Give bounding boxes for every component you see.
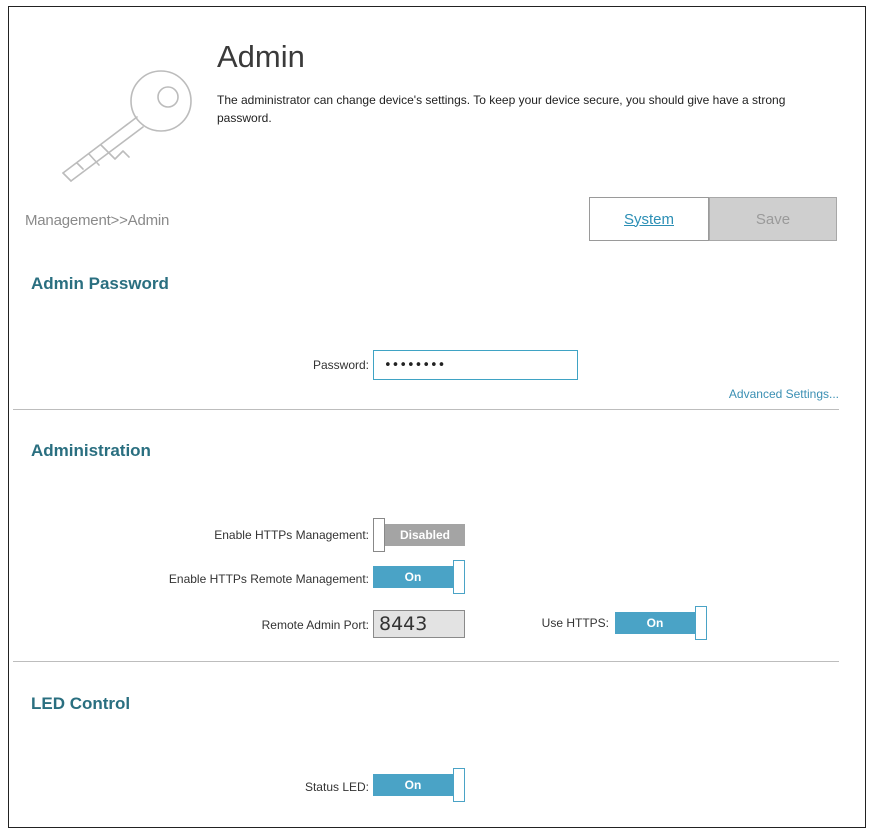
- advanced-settings-link[interactable]: Advanced Settings...: [699, 387, 839, 401]
- toggle-knob: [695, 606, 707, 640]
- toggle-knob: [453, 768, 465, 802]
- https-remote-management-state: On: [373, 566, 453, 588]
- password-input[interactable]: [373, 350, 578, 380]
- system-button[interactable]: System: [589, 197, 709, 241]
- page-title: Admin: [217, 39, 305, 74]
- password-label: Password:: [312, 358, 369, 372]
- use-https-label: Use HTTPS:: [541, 616, 609, 630]
- page-description: The administrator can change device's se…: [217, 93, 786, 125]
- use-https-toggle[interactable]: On: [615, 606, 707, 640]
- section-title-administration: Administration: [31, 441, 151, 460]
- save-button[interactable]: Save: [709, 197, 837, 241]
- https-remote-management-label: Enable HTTPs Remote Management:: [168, 572, 369, 586]
- toggle-knob: [373, 518, 385, 552]
- breadcrumb: Management>>Admin: [25, 212, 170, 229]
- https-management-toggle[interactable]: Disabled: [373, 518, 465, 552]
- status-led-label: Status LED:: [304, 780, 369, 794]
- https-remote-management-toggle[interactable]: On: [373, 560, 465, 594]
- remote-admin-port-label: Remote Admin Port:: [261, 618, 369, 632]
- https-management-label: Enable HTTPs Management:: [214, 528, 369, 542]
- section-divider: [13, 409, 839, 410]
- toggle-knob: [453, 560, 465, 594]
- section-divider: [13, 661, 839, 662]
- section-title-led-control: LED Control: [31, 694, 131, 713]
- key-icon: [62, 70, 192, 182]
- https-management-state: Disabled: [385, 524, 465, 546]
- remote-admin-port-field[interactable]: 8443: [373, 610, 465, 638]
- status-led-state: On: [373, 774, 453, 796]
- use-https-state: On: [615, 612, 695, 634]
- section-title-admin-password: Admin Password: [31, 274, 169, 293]
- status-led-toggle[interactable]: On: [373, 768, 465, 802]
- admin-page: Admin The administrator can change devic…: [8, 6, 866, 828]
